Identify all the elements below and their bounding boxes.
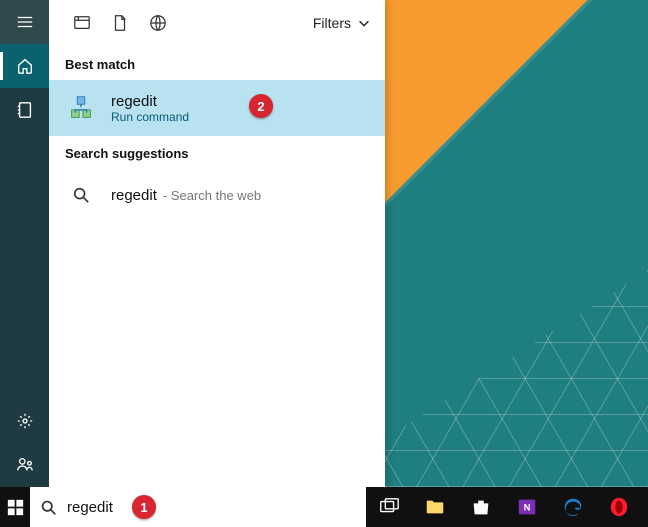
file-explorer-button[interactable] — [412, 487, 458, 527]
feedback-button[interactable] — [0, 443, 49, 487]
hamburger-icon — [16, 13, 34, 31]
task-view-icon — [378, 496, 400, 518]
results-scope-bar: Filters — [49, 0, 385, 47]
best-match-subtitle: Run command — [111, 110, 189, 124]
search-icon — [40, 499, 57, 516]
opera-icon — [608, 496, 630, 518]
chevron-down-icon — [357, 16, 371, 30]
document-icon — [111, 14, 129, 32]
desktop: Filters Best match regedit Run command 2… — [0, 0, 648, 527]
task-view-button[interactable] — [366, 487, 412, 527]
home-button[interactable] — [0, 44, 49, 88]
best-match-title: regedit — [111, 93, 189, 110]
suggestion-hint: - Search the web — [163, 188, 261, 203]
scope-web-button[interactable] — [139, 8, 177, 38]
search-icon — [65, 179, 97, 211]
menu-button[interactable] — [0, 0, 49, 44]
best-match-heading: Best match — [49, 47, 385, 80]
annotation-step-1: 1 — [132, 495, 156, 519]
annotation-step-2: 2 — [249, 94, 273, 118]
store-icon — [470, 496, 492, 518]
feedback-icon — [16, 456, 34, 474]
opera-button[interactable] — [596, 487, 642, 527]
scope-apps-button[interactable] — [63, 8, 101, 38]
home-icon — [16, 57, 34, 75]
suggestion-term: regedit — [111, 187, 157, 204]
onenote-button[interactable]: N — [504, 487, 550, 527]
edge-icon — [562, 496, 584, 518]
regedit-icon — [65, 92, 97, 124]
globe-icon — [149, 14, 167, 32]
windows-logo-icon — [7, 499, 24, 516]
svg-text:N: N — [524, 503, 531, 513]
search-results-panel: Filters Best match regedit Run command 2… — [49, 0, 385, 487]
filters-dropdown[interactable]: Filters — [313, 15, 371, 31]
taskbar-pinned-apps: N — [366, 487, 648, 527]
start-button[interactable] — [0, 487, 30, 527]
folder-icon — [424, 496, 446, 518]
filters-label: Filters — [313, 15, 351, 31]
gear-icon — [16, 412, 34, 430]
web-suggestion-result[interactable]: regedit - Search the web — [49, 169, 385, 221]
scope-documents-button[interactable] — [101, 8, 139, 38]
taskbar: 1 N — [0, 487, 648, 527]
notebook-button[interactable] — [0, 88, 49, 132]
store-button[interactable] — [458, 487, 504, 527]
settings-button[interactable] — [0, 399, 49, 443]
apps-icon — [73, 14, 91, 32]
notebook-icon — [16, 101, 34, 119]
onenote-icon: N — [516, 496, 538, 518]
best-match-result[interactable]: regedit Run command 2 — [49, 80, 385, 136]
search-sidebar — [0, 0, 49, 487]
search-input[interactable] — [67, 499, 356, 516]
taskbar-search-box[interactable]: 1 — [30, 487, 366, 527]
suggestions-heading: Search suggestions — [49, 136, 385, 169]
edge-button[interactable] — [550, 487, 596, 527]
